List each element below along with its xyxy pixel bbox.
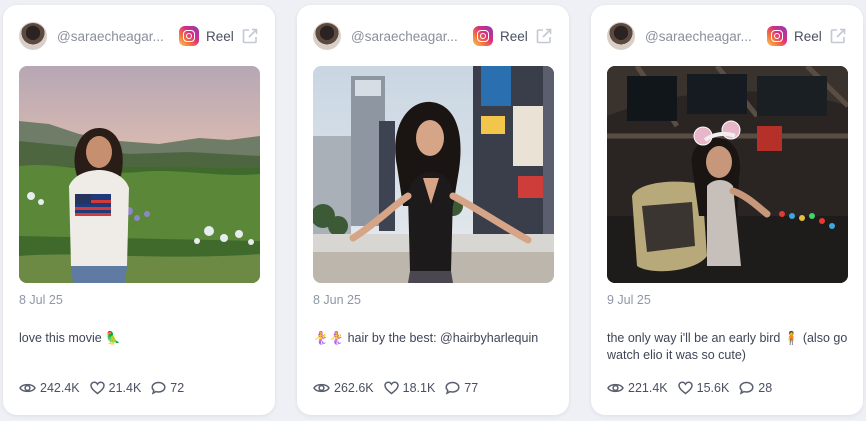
post-header: @saraecheagar... Reel: [313, 22, 553, 50]
comments-count: 28: [758, 381, 773, 395]
likes-stat: 15.6K: [677, 381, 730, 395]
views-stat: 242.4K: [19, 381, 80, 395]
instagram-icon: [473, 26, 493, 46]
post-stats: 262.6K 18.1K 77: [313, 381, 488, 395]
likes-count: 21.4K: [108, 381, 142, 395]
views-count: 221.4K: [628, 381, 668, 395]
post-date: 8 Jul 25: [19, 293, 63, 307]
external-link-icon[interactable]: [241, 27, 259, 45]
eye-icon: [313, 383, 330, 393]
eye-icon: [19, 383, 36, 393]
avatar[interactable]: [19, 22, 47, 50]
account-handle[interactable]: @saraecheagar...: [645, 29, 757, 44]
likes-count: 15.6K: [696, 381, 730, 395]
account-handle[interactable]: @saraecheagar...: [57, 29, 169, 44]
comments-stat: 72: [151, 381, 184, 395]
views-stat: 221.4K: [607, 381, 668, 395]
post-type-label: Reel: [206, 28, 234, 44]
comment-icon: [151, 381, 166, 395]
views-count: 242.4K: [40, 381, 80, 395]
post-stats: 242.4K 21.4K 72: [19, 381, 194, 395]
account-handle[interactable]: @saraecheagar...: [351, 29, 463, 44]
likes-count: 18.1K: [402, 381, 436, 395]
heart-icon: [677, 381, 693, 395]
post-thumbnail[interactable]: [19, 66, 260, 283]
comments-count: 72: [170, 381, 185, 395]
comments-count: 77: [464, 381, 479, 395]
post-thumbnail[interactable]: [607, 66, 848, 283]
post-caption: love this movie 🦜: [19, 331, 121, 345]
post-caption: the only way i'll be an early bird 🧍 (al…: [607, 331, 848, 362]
post-header: @saraecheagar... Reel: [607, 22, 847, 50]
post-type-label: Reel: [794, 28, 822, 44]
post-type-label: Reel: [500, 28, 528, 44]
post-date: 9 Jul 25: [607, 293, 651, 307]
post-card[interactable]: @saraecheagar... Reel: [591, 5, 863, 415]
post-header: @saraecheagar... Reel: [19, 22, 259, 50]
comment-icon: [739, 381, 754, 395]
avatar[interactable]: [607, 22, 635, 50]
post-caption: 🧜‍♀️🧜‍♀️ hair by the best: @hairbyharleq…: [313, 331, 539, 345]
instagram-icon: [179, 26, 199, 46]
post-card[interactable]: @saraecheagar... Reel: [3, 5, 275, 415]
post-stats: 221.4K 15.6K 28: [607, 381, 782, 395]
comment-icon: [445, 381, 460, 395]
heart-icon: [383, 381, 399, 395]
likes-stat: 21.4K: [89, 381, 142, 395]
external-link-icon[interactable]: [535, 27, 553, 45]
avatar[interactable]: [313, 22, 341, 50]
heart-icon: [89, 381, 105, 395]
post-thumbnail[interactable]: [313, 66, 554, 283]
instagram-icon: [767, 26, 787, 46]
views-count: 262.6K: [334, 381, 374, 395]
comments-stat: 77: [445, 381, 478, 395]
likes-stat: 18.1K: [383, 381, 436, 395]
external-link-icon[interactable]: [829, 27, 847, 45]
comments-stat: 28: [739, 381, 772, 395]
post-card[interactable]: @saraecheagar... Reel: [297, 5, 569, 415]
post-date: 8 Jun 25: [313, 293, 361, 307]
views-stat: 262.6K: [313, 381, 374, 395]
eye-icon: [607, 383, 624, 393]
